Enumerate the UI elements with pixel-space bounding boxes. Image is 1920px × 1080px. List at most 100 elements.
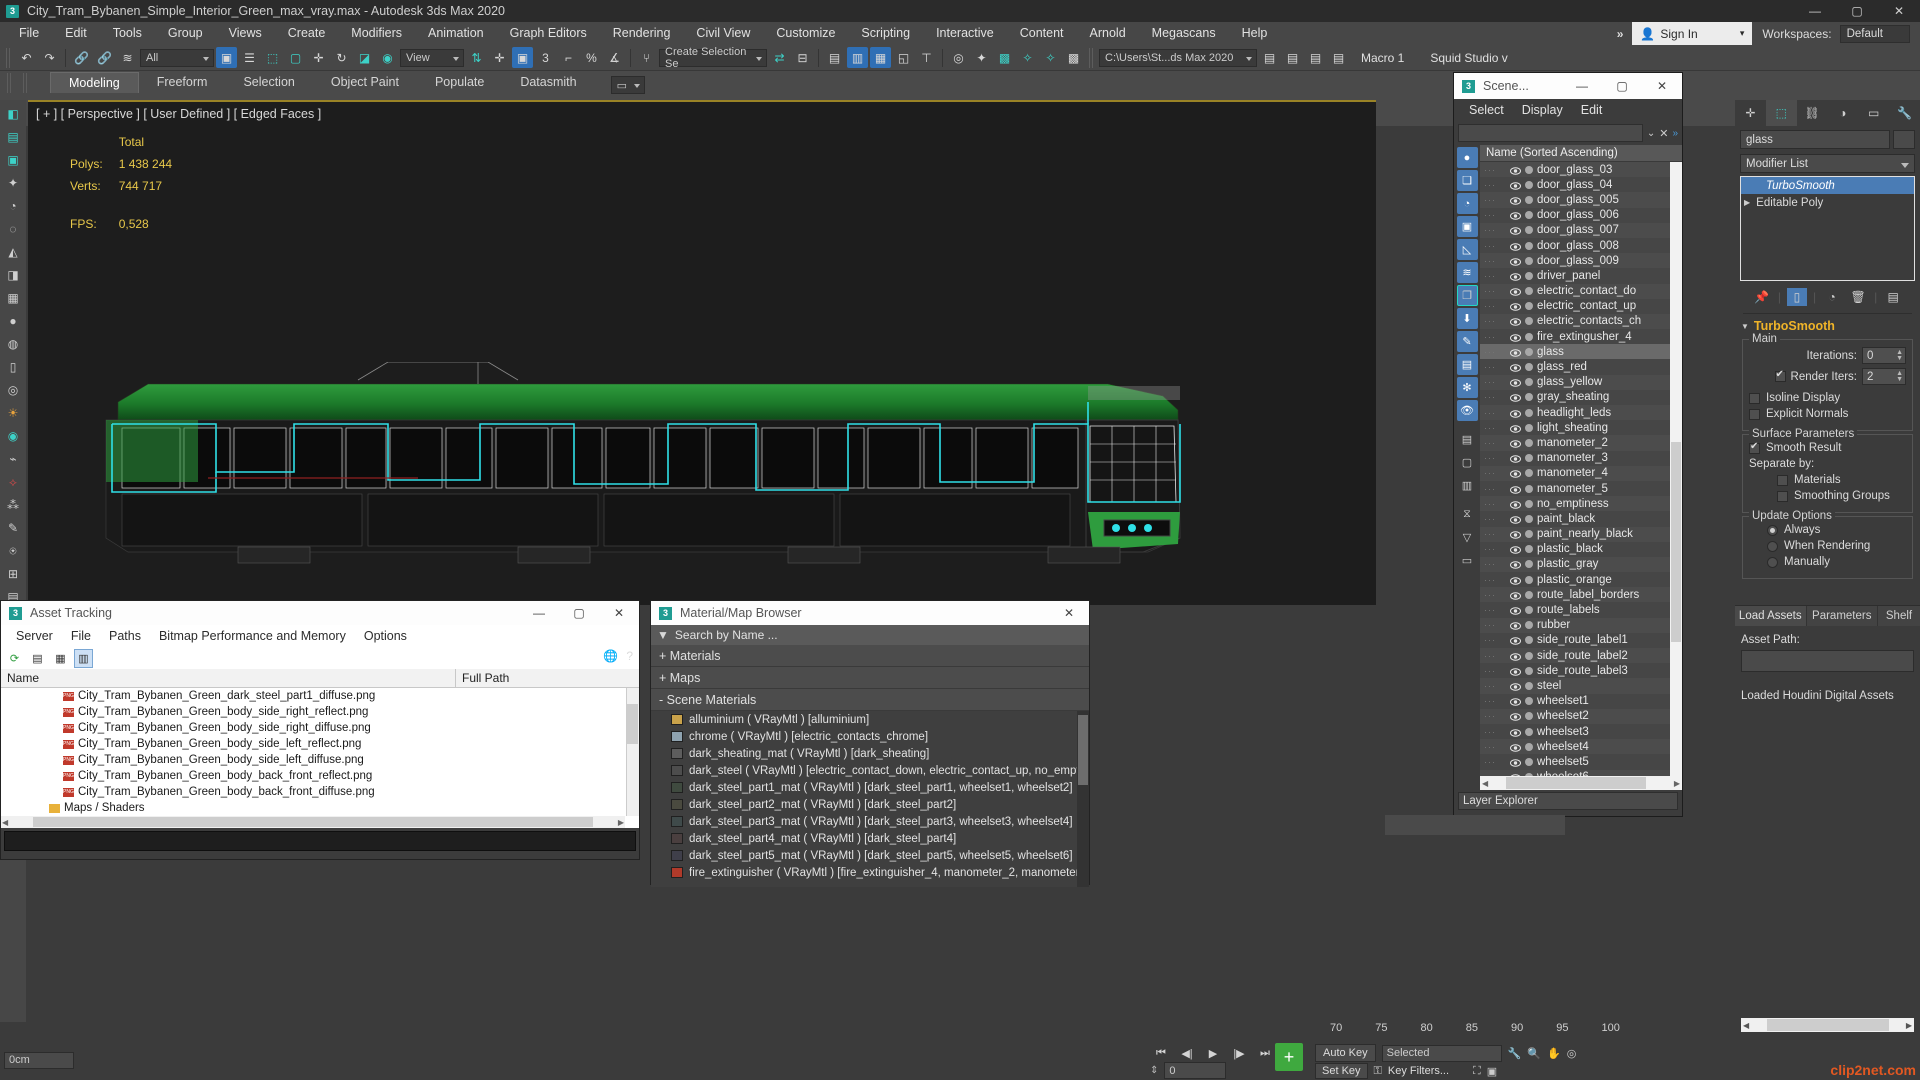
visibility-eye-icon[interactable]	[1510, 242, 1521, 251]
menu-arnold[interactable]: Arnold	[1077, 22, 1139, 45]
visibility-eye-icon[interactable]	[1510, 257, 1521, 266]
toolbar-grip[interactable]	[1089, 47, 1094, 68]
render-iters-spinner[interactable]: 2 ▲ ▼	[1862, 368, 1906, 385]
geometry-icon[interactable]: ●	[1456, 147, 1478, 168]
menu-file[interactable]: File	[6, 22, 52, 45]
menu-customize[interactable]: Customize	[763, 22, 848, 45]
freeze-toggle-icon[interactable]	[1525, 590, 1533, 599]
mmb-close[interactable]: ✕	[1049, 601, 1089, 625]
overflow-icon[interactable]: »	[1672, 128, 1678, 139]
material-icon[interactable]: ◍	[3, 334, 23, 354]
isoline-display-checkbox[interactable]	[1749, 392, 1760, 404]
se-search-input[interactable]	[1458, 124, 1643, 142]
table-row[interactable]: City_Tram_Bybanen_Green_body_back_front_…	[1, 784, 639, 800]
at-menu-server[interactable]: Server	[7, 625, 62, 647]
list-icon[interactable]: ▤	[1457, 429, 1478, 450]
scroll-thumb[interactable]	[627, 704, 638, 744]
box-icon[interactable]: ▢	[1457, 452, 1478, 473]
maximize-viewport-icon[interactable]: ▣	[1487, 1065, 1497, 1078]
go-to-end-icon[interactable]: ⏭	[1254, 1044, 1276, 1062]
visibility-eye-icon[interactable]	[1510, 667, 1521, 676]
scene-object-row[interactable]: ··· electric_contact_do	[1480, 283, 1670, 299]
modifier-stack[interactable]: 👁 TurboSmooth ▶ Editable Poly	[1740, 176, 1915, 281]
list-item[interactable]: dark_steel_part2_mat ( VRayMtl ) [dark_s…	[651, 796, 1089, 813]
groups-icon[interactable]: ❐	[1456, 285, 1478, 306]
scene-explorer-item-list[interactable]: ··· door_glass_03 ··· door_glass_04 ··· door_…	[1480, 162, 1670, 776]
freeze-toggle-icon[interactable]	[1525, 742, 1533, 751]
visibility-eye-icon[interactable]	[1510, 576, 1521, 585]
schematic-view-icon[interactable]: ⊤	[916, 47, 937, 68]
visibility-eye-icon[interactable]	[1510, 302, 1521, 312]
project-folder-select[interactable]: C:\Users\St...ds Max 2020	[1099, 48, 1257, 67]
update-manually-row[interactable]: Manually	[1749, 556, 1906, 568]
at-menu-bitmap-performance[interactable]: Bitmap Performance and Memory	[150, 625, 355, 647]
freeze-toggle-icon[interactable]	[1525, 727, 1533, 736]
cylinder-icon[interactable]: ▯	[3, 357, 23, 377]
freeze-toggle-icon[interactable]	[1525, 256, 1533, 265]
visibility-eye-icon[interactable]	[1510, 636, 1521, 646]
freeze-toggle-icon[interactable]	[1525, 499, 1533, 508]
visibility-eye-icon[interactable]	[1510, 743, 1521, 752]
scene-object-row[interactable]: ··· door_glass_008	[1480, 237, 1670, 254]
spray-icon[interactable]: ⍟	[3, 541, 23, 561]
add-time-tag-button[interactable]: +	[1275, 1043, 1303, 1071]
visibility-eye-icon[interactable]	[1510, 272, 1521, 281]
grid-icon[interactable]: ▦	[3, 288, 23, 308]
visibility-eye-icon[interactable]	[1510, 606, 1521, 615]
scene-object-row[interactable]: ··· route_label_borders	[1480, 587, 1670, 603]
modifier-list-select[interactable]: Modifier List	[1740, 154, 1915, 173]
menu-rendering[interactable]: Rendering	[600, 22, 684, 45]
angle-snap-icon[interactable]: ▣	[512, 47, 533, 68]
visibility-eye-icon[interactable]	[1510, 712, 1521, 722]
select-and-scale-icon[interactable]: ◪	[354, 47, 375, 68]
torus-icon[interactable]: ◎	[3, 380, 23, 400]
visibility-eye-icon[interactable]	[1510, 530, 1521, 539]
freeze-toggle-icon[interactable]	[1525, 621, 1533, 630]
smooth-result-checkbox[interactable]	[1749, 441, 1760, 454]
anim-icon[interactable]: ⟡	[3, 472, 23, 492]
menu-edit[interactable]: Edit	[52, 22, 100, 45]
freeze-toggle-icon[interactable]	[1525, 530, 1533, 539]
freeze-toggle-icon[interactable]	[1525, 454, 1533, 463]
redo-icon[interactable]: ↷	[39, 47, 60, 68]
visibility-eye-icon[interactable]	[1510, 621, 1521, 631]
asset-tracking-hscrollbar[interactable]: ◀ ▶	[1, 816, 625, 828]
tab-motion[interactable]: ◑	[1827, 100, 1858, 126]
scene-object-row[interactable]: ··· headlight_leds	[1480, 405, 1670, 421]
visibility-eye-icon[interactable]	[1510, 166, 1521, 175]
spinner-arrows-icon[interactable]: ▲ ▼	[1896, 370, 1903, 383]
visibility-eye-icon[interactable]	[1510, 591, 1521, 600]
asset-tracking-rows[interactable]: City_Tram_Bybanen_Green_dark_steel_part1…	[1, 688, 639, 816]
scene-object-row[interactable]: ··· no_emptiness	[1480, 496, 1670, 512]
scene-object-row[interactable]: ··· manometer_3	[1480, 450, 1670, 466]
visibility-eye-icon[interactable]	[1510, 439, 1521, 448]
cone-icon[interactable]: ◭	[3, 242, 23, 262]
tab-create[interactable]: ✛	[1735, 100, 1766, 126]
freeze-toggle-icon[interactable]	[1525, 378, 1533, 387]
help-globe-icon[interactable]: 🌐	[603, 649, 618, 663]
rectangular-select-region-icon[interactable]: ⬚	[262, 47, 283, 68]
close-button[interactable]: ✕	[1878, 0, 1920, 22]
plus-icon[interactable]: +	[1275, 1043, 1303, 1071]
next-frame-icon[interactable]: |▶	[1228, 1044, 1250, 1062]
scene-object-row[interactable]: ··· paint_black	[1480, 511, 1670, 527]
shapes-icon[interactable]: ❏	[1456, 170, 1478, 191]
named-selection-set-select[interactable]: Create Selection Se	[659, 46, 767, 70]
table-row[interactable]: City_Tram_Bybanen_Green_dark_steel_part1…	[1, 688, 639, 704]
visibility-eye-icon[interactable]	[1510, 181, 1521, 190]
current-frame-field[interactable]: 0	[1164, 1062, 1227, 1079]
visibility-eye-icon[interactable]	[1510, 333, 1521, 342]
scene-object-row[interactable]: ··· wheelset4	[1480, 739, 1670, 755]
scene-object-row[interactable]: ··· route_labels	[1480, 602, 1670, 618]
list-item[interactable]: dark_steel_part4_mat ( VRayMtl ) [dark_s…	[651, 830, 1089, 847]
materials-checkbox[interactable]	[1777, 474, 1788, 486]
hand-icon[interactable]: ✋	[1547, 1047, 1561, 1060]
ribbon-tab-freeform[interactable]: Freeform	[139, 72, 226, 92]
scene-object-row[interactable]: ··· rubber	[1480, 617, 1670, 633]
render-iterative-icon[interactable]: ✧	[1040, 47, 1061, 68]
layer-explorer-icon[interactable]: ▤	[824, 47, 845, 68]
column-name[interactable]: Name	[1, 669, 456, 687]
sphere-icon[interactable]: ●	[3, 311, 23, 331]
asset-tracking-maximize[interactable]: ▢	[559, 601, 599, 625]
visibility-eye-icon[interactable]	[1510, 560, 1521, 570]
